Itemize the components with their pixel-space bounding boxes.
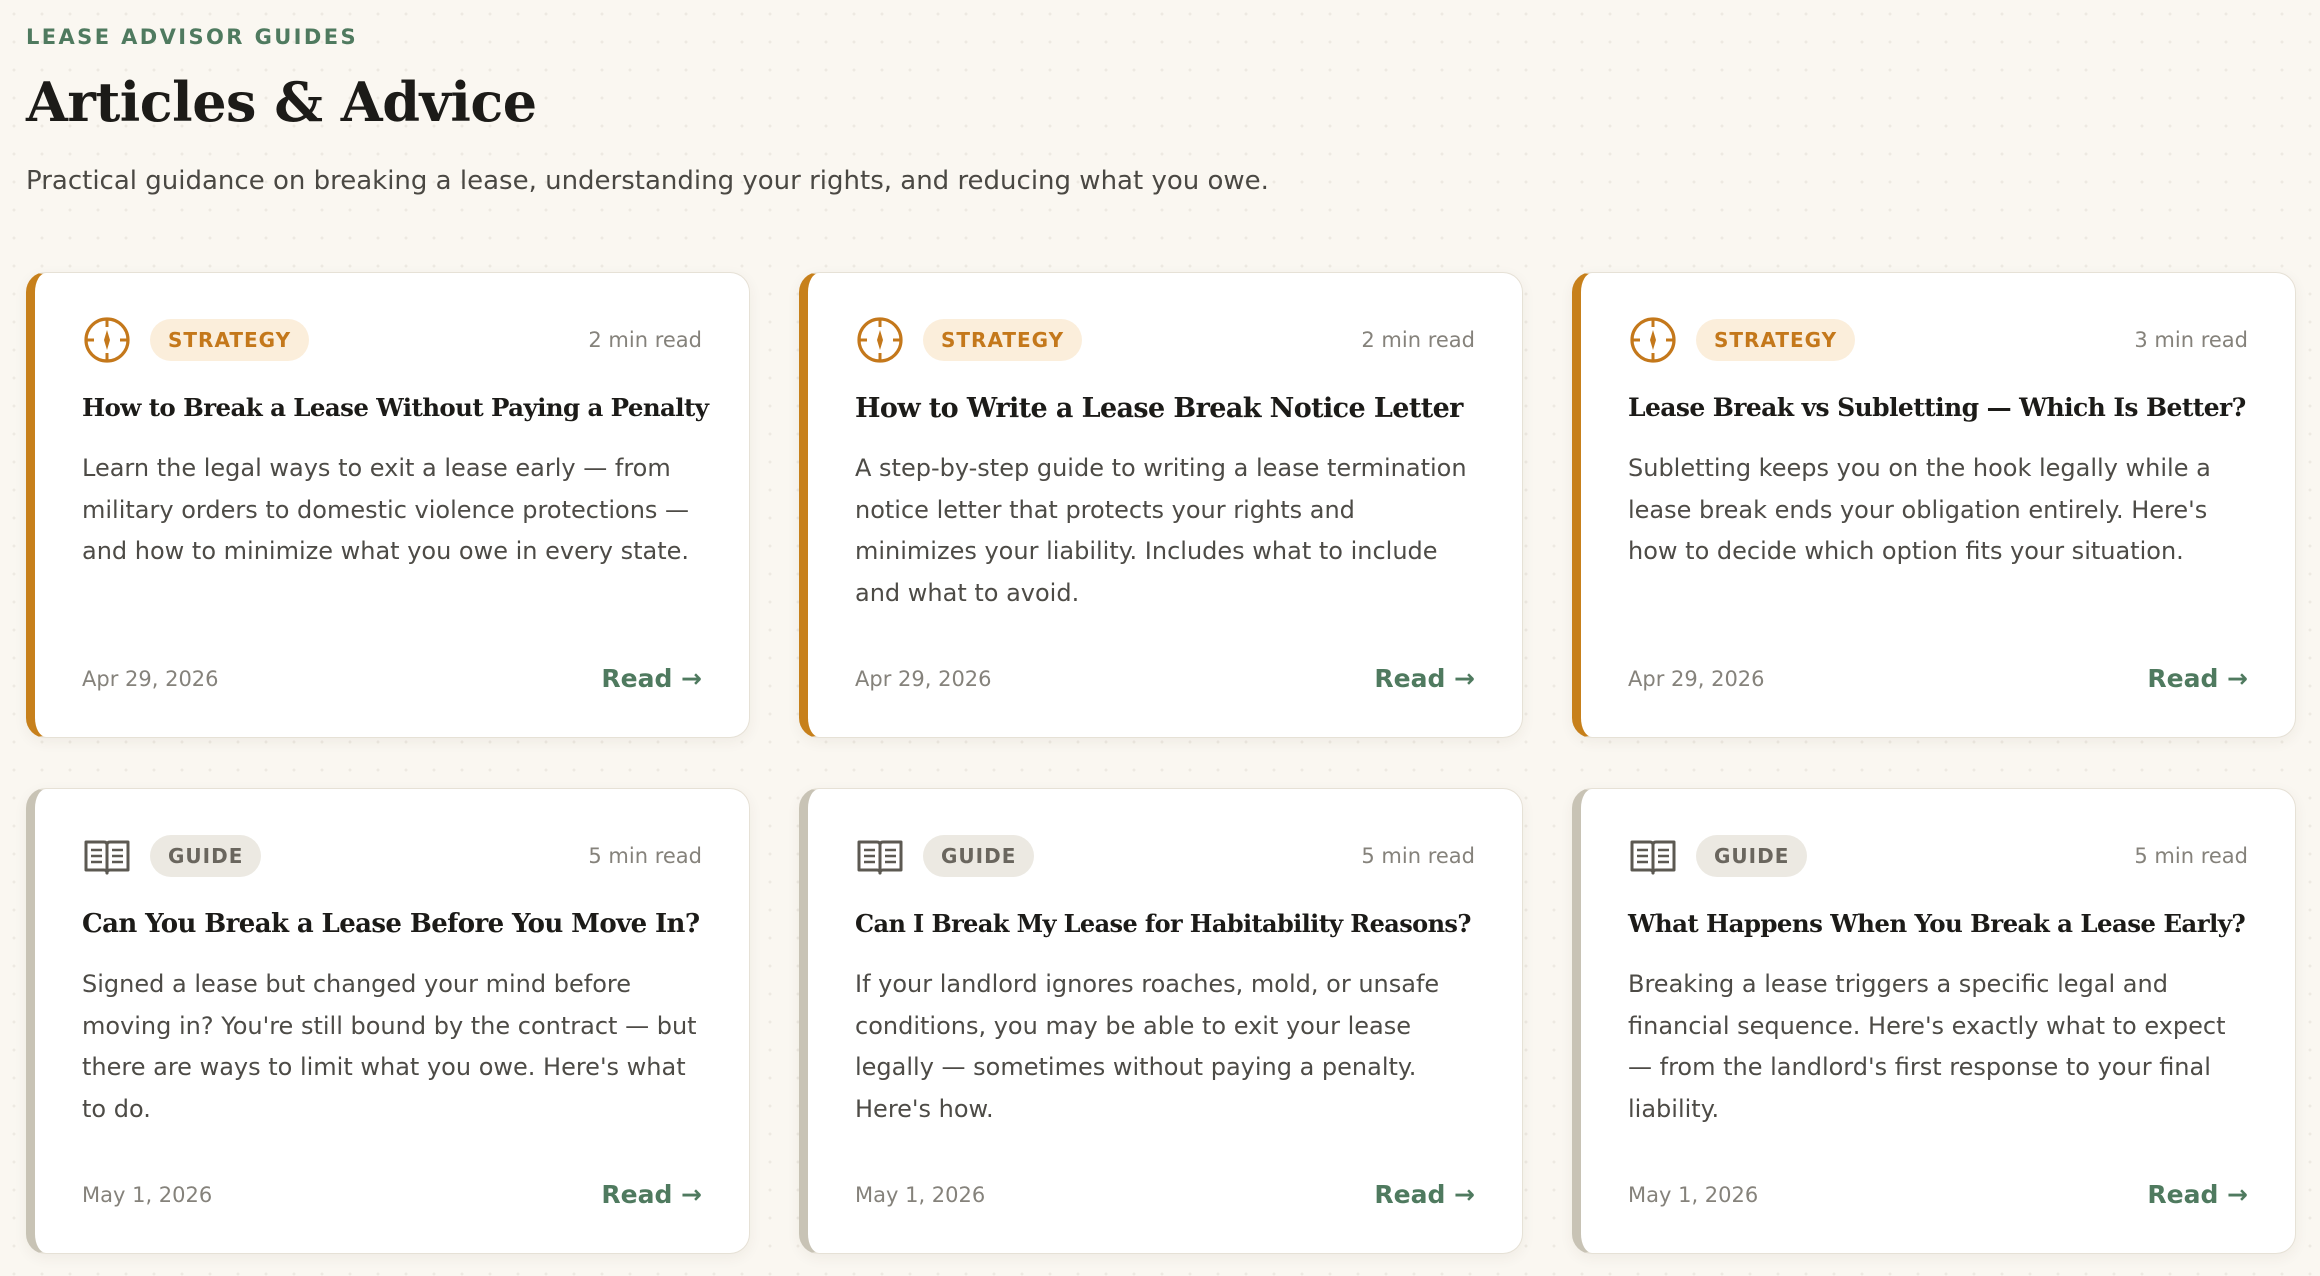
category-badge: STRATEGY: [923, 319, 1083, 361]
article-description: Breaking a lease triggers a specific leg…: [1628, 970, 2226, 1123]
card-header: GUIDE 5 min read: [855, 833, 1475, 879]
article-date: May 1, 2026: [855, 1183, 986, 1207]
category-badge: GUIDE: [150, 835, 262, 877]
book-icon: [855, 831, 905, 881]
card-header: GUIDE 5 min read: [1628, 833, 2248, 879]
article-description: Signed a lease but changed your mind bef…: [82, 970, 697, 1123]
read-time: 5 min read: [588, 844, 702, 868]
article-date: May 1, 2026: [1628, 1183, 1759, 1207]
article-title[interactable]: Can I Break My Lease for Habitability Re…: [855, 909, 1482, 938]
article-date: May 1, 2026: [82, 1183, 213, 1207]
article-card[interactable]: GUIDE 5 min read Can You Break a Lease B…: [26, 788, 750, 1254]
article-title[interactable]: Lease Break vs Subletting — Which Is Bet…: [1628, 393, 2255, 422]
category-badge: GUIDE: [923, 835, 1035, 877]
article-description: Learn the legal ways to exit a lease ear…: [82, 454, 690, 565]
article-description: A step-by-step guide to writing a lease …: [855, 454, 1467, 607]
article-description: Subletting keeps you on the hook legally…: [1628, 454, 2211, 565]
read-time: 2 min read: [588, 328, 702, 352]
category-badge: STRATEGY: [1696, 319, 1856, 361]
card-header: STRATEGY 3 min read: [1628, 317, 2248, 363]
compass-icon: [82, 315, 132, 365]
page-title: Articles & Advice: [26, 70, 537, 134]
card-header: STRATEGY 2 min read: [82, 317, 702, 363]
card-header: GUIDE 5 min read: [82, 833, 702, 879]
article-date: Apr 29, 2026: [855, 667, 992, 691]
category-badge: STRATEGY: [150, 319, 310, 361]
compass-icon: [1628, 315, 1678, 365]
article-card[interactable]: GUIDE 5 min read What Happens When You B…: [1572, 788, 2296, 1254]
read-time: 5 min read: [1361, 844, 1475, 868]
article-description: If your landlord ignores roaches, mold, …: [855, 970, 1440, 1123]
read-link[interactable]: Read →: [2147, 664, 2248, 693]
article-title[interactable]: What Happens When You Break a Lease Earl…: [1628, 909, 2255, 938]
category-badge: GUIDE: [1696, 835, 1808, 877]
article-date: Apr 29, 2026: [1628, 667, 1765, 691]
book-icon: [1628, 831, 1678, 881]
article-card[interactable]: STRATEGY 2 min read How to Write a Lease…: [799, 272, 1523, 738]
book-icon: [82, 831, 132, 881]
compass-icon: [855, 315, 905, 365]
page-subtitle: Practical guidance on breaking a lease, …: [26, 166, 1269, 196]
article-card[interactable]: GUIDE 5 min read Can I Break My Lease fo…: [799, 788, 1523, 1254]
article-card[interactable]: STRATEGY 3 min read Lease Break vs Suble…: [1572, 272, 2296, 738]
article-title[interactable]: Can You Break a Lease Before You Move In…: [82, 909, 709, 939]
read-link[interactable]: Read →: [601, 1180, 702, 1209]
read-time: 5 min read: [2134, 844, 2248, 868]
article-title[interactable]: How to Write a Lease Break Notice Letter: [855, 393, 1482, 424]
articles-grid: STRATEGY 2 min read How to Break a Lease…: [26, 272, 2298, 1254]
article-title[interactable]: How to Break a Lease Without Paying a Pe…: [82, 393, 709, 422]
read-link[interactable]: Read →: [2147, 1180, 2248, 1209]
read-time: 2 min read: [1361, 328, 1475, 352]
read-time: 3 min read: [2134, 328, 2248, 352]
article-card[interactable]: STRATEGY 2 min read How to Break a Lease…: [26, 272, 750, 738]
section-eyebrow: LEASE ADVISOR GUIDES: [26, 25, 358, 49]
read-link[interactable]: Read →: [1374, 664, 1475, 693]
card-header: STRATEGY 2 min read: [855, 317, 1475, 363]
read-link[interactable]: Read →: [1374, 1180, 1475, 1209]
read-link[interactable]: Read →: [601, 664, 702, 693]
article-date: Apr 29, 2026: [82, 667, 219, 691]
